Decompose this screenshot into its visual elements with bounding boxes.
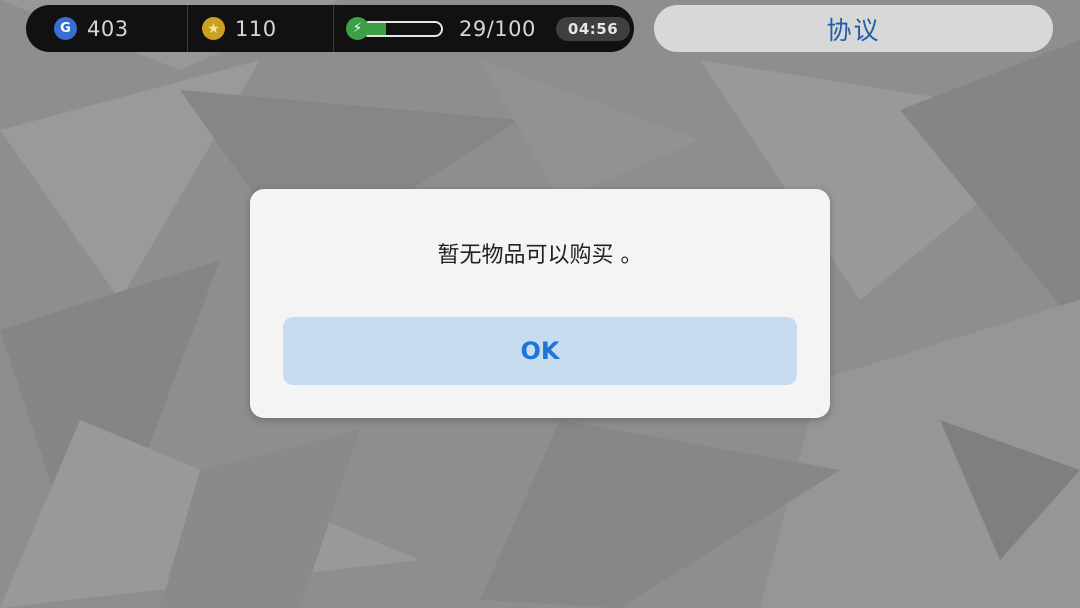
ok-button[interactable]: OK	[283, 317, 797, 385]
dialog-message: 暂无物品可以购买 。	[437, 243, 643, 268]
energy-value: 29/100	[459, 16, 536, 41]
star-coin-icon: ★	[202, 17, 225, 40]
gem-g-icon: G	[54, 17, 77, 40]
gems-value: 403	[87, 16, 129, 41]
energy-counter[interactable]: ⚡ 29/100 04:56	[334, 5, 634, 52]
agreement-button[interactable]: 协议	[654, 5, 1053, 52]
lightning-icon: ⚡	[346, 17, 369, 40]
energy-progress-bar	[361, 20, 443, 37]
resource-status-bar: G 403 ★ 110 ⚡ 29/100 04:56	[26, 5, 634, 52]
coins-value: 110	[235, 16, 277, 41]
coins-counter[interactable]: ★ 110	[188, 5, 334, 52]
energy-refill-timer: 04:56	[555, 16, 631, 41]
gems-counter[interactable]: G 403	[26, 5, 188, 52]
message-dialog: 暂无物品可以购买 。 OK	[250, 189, 830, 418]
game-screen: G 403 ★ 110 ⚡ 29/100 04:56 协议 暂无物品可以购买 。…	[0, 0, 1080, 608]
